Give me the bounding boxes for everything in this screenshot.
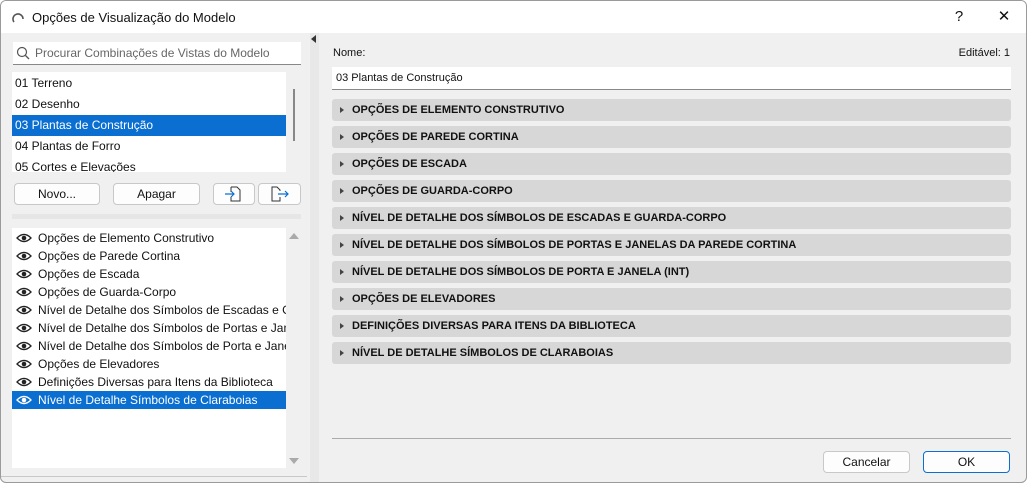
option-label: Opções de Escada bbox=[38, 267, 140, 281]
combination-item[interactable]: 02 Desenho bbox=[12, 94, 286, 115]
option-item[interactable]: Nível de Detalhe dos Símbolos de Escadas… bbox=[12, 301, 286, 319]
combination-scrollbar[interactable] bbox=[293, 89, 295, 141]
section-title: NÍVEL DE DETALHE DOS SÍMBOLOS DE PORTAS … bbox=[352, 239, 797, 251]
option-item[interactable]: Nível de Detalhe Símbolos de Claraboias bbox=[12, 391, 286, 409]
eye-icon[interactable] bbox=[16, 395, 32, 405]
scroll-down-arrow[interactable] bbox=[289, 458, 299, 464]
section-title: NÍVEL DE DETALHE DOS SÍMBOLOS DE ESCADAS… bbox=[352, 212, 727, 224]
close-button[interactable]: ✕ bbox=[986, 5, 1022, 29]
eye-icon[interactable] bbox=[16, 377, 32, 387]
expand-arrow-icon bbox=[340, 107, 344, 113]
section-header[interactable]: OPÇÕES DE PAREDE CORTINA bbox=[332, 126, 1011, 148]
section-header[interactable]: OPÇÕES DE GUARDA-CORPO bbox=[332, 180, 1011, 202]
option-label: Definições Diversas para Itens da Biblio… bbox=[38, 375, 273, 389]
section-header[interactable]: DEFINIÇÕES DIVERSAS PARA ITENS DA BIBLIO… bbox=[332, 315, 1011, 337]
option-label: Opções de Elevadores bbox=[38, 357, 160, 371]
section-header[interactable]: OPÇÕES DE ELEMENTO CONSTRUTIVO bbox=[332, 99, 1011, 121]
section-header[interactable]: OPÇÕES DE ESCADA bbox=[332, 153, 1011, 175]
section-title: OPÇÕES DE PAREDE CORTINA bbox=[352, 131, 519, 143]
section-title: DEFINIÇÕES DIVERSAS PARA ITENS DA BIBLIO… bbox=[352, 320, 636, 332]
combination-list: 01 Terreno 02 Desenho 03 Plantas de Constr… bbox=[12, 72, 286, 172]
section-header[interactable]: NÍVEL DE DETALHE DOS SÍMBOLOS DE PORTAS … bbox=[332, 234, 1011, 256]
section-header[interactable]: NÍVEL DE DETALHE DOS SÍMBOLOS DE PORTA E… bbox=[332, 261, 1011, 283]
eye-icon[interactable] bbox=[16, 359, 32, 369]
search-icon bbox=[16, 46, 30, 60]
option-item[interactable]: Definições Diversas para Itens da Biblio… bbox=[12, 373, 286, 391]
section-title: OPÇÕES DE ELEMENTO CONSTRUTIVO bbox=[352, 104, 565, 116]
section-title: OPÇÕES DE GUARDA-CORPO bbox=[352, 185, 513, 197]
expand-arrow-icon bbox=[340, 215, 344, 221]
eye-icon[interactable] bbox=[16, 233, 32, 243]
option-label: Opções de Parede Cortina bbox=[38, 249, 181, 263]
import-icon bbox=[225, 186, 241, 202]
editable-label: Editável: 1 bbox=[958, 47, 1010, 59]
splitter[interactable] bbox=[12, 214, 301, 219]
eye-icon[interactable] bbox=[16, 305, 32, 315]
option-item[interactable]: Opções de Elevadores bbox=[12, 355, 286, 373]
eye-icon[interactable] bbox=[16, 269, 32, 279]
combination-item[interactable]: 03 Plantas de Construção bbox=[12, 115, 286, 136]
title-bar: Opções de Visualização do Modelo ? ✕ bbox=[1, 1, 1026, 33]
cancel-button[interactable]: Cancelar bbox=[823, 451, 910, 473]
ok-button[interactable]: OK bbox=[923, 451, 1010, 473]
eye-icon[interactable] bbox=[16, 287, 32, 297]
option-label: Opções de Elemento Construtivo bbox=[38, 231, 215, 245]
option-label: Nível de Detalhe Símbolos de Claraboias bbox=[38, 393, 258, 407]
panel-divider[interactable] bbox=[310, 33, 319, 482]
new-button[interactable]: Novo... bbox=[14, 183, 100, 205]
option-item[interactable]: Nível de Detalhe dos Símbolos de Porta e… bbox=[12, 337, 286, 355]
section-title: NÍVEL DE DETALHE DOS SÍMBOLOS DE PORTA E… bbox=[352, 266, 690, 278]
combination-item[interactable]: 01 Terreno bbox=[12, 73, 286, 94]
expand-arrow-icon bbox=[340, 188, 344, 194]
delete-button[interactable]: Apagar bbox=[113, 183, 200, 205]
export-icon bbox=[271, 186, 289, 202]
expand-arrow-icon bbox=[340, 269, 344, 275]
footer-divider bbox=[332, 438, 1011, 439]
scroll-up-arrow[interactable] bbox=[289, 233, 299, 239]
expand-arrow-icon bbox=[340, 350, 344, 356]
option-label: Nível de Detalhe dos Símbolos de Escadas… bbox=[38, 303, 286, 317]
section-title: OPÇÕES DE ELEVADORES bbox=[352, 293, 496, 305]
collapse-arrow-icon[interactable] bbox=[311, 35, 316, 43]
app-icon bbox=[12, 13, 24, 23]
section-title: NÍVEL DE DETALHE SÍMBOLOS DE CLARABOIAS bbox=[352, 347, 614, 359]
options-list: Opções de Elemento Construtivo Opções de … bbox=[12, 228, 286, 468]
expand-arrow-icon bbox=[340, 323, 344, 329]
section-header[interactable]: OPÇÕES DE ELEVADORES bbox=[332, 288, 1011, 310]
section-title: OPÇÕES DE ESCADA bbox=[352, 158, 467, 170]
name-label: Nome: bbox=[333, 47, 366, 59]
eye-icon[interactable] bbox=[16, 251, 32, 261]
option-item[interactable]: Nível de Detalhe dos Símbolos de Portas … bbox=[12, 319, 286, 337]
import-button[interactable] bbox=[213, 183, 255, 205]
option-item[interactable]: Opções de Parede Cortina bbox=[12, 247, 286, 265]
section-header[interactable]: NÍVEL DE DETALHE DOS SÍMBOLOS DE ESCADAS… bbox=[332, 207, 1011, 229]
option-label: Opções de Guarda-Corpo bbox=[38, 285, 177, 299]
help-button[interactable]: ? bbox=[941, 5, 977, 29]
option-item[interactable]: Opções de Escada bbox=[12, 265, 286, 283]
option-label: Nível de Detalhe dos Símbolos de Porta e… bbox=[38, 339, 286, 353]
option-label: Nível de Detalhe dos Símbolos de Portas … bbox=[38, 321, 286, 335]
eye-icon[interactable] bbox=[16, 341, 32, 351]
dialog-window: Opções de Visualização do Modelo ? ✕ Pro… bbox=[0, 0, 1027, 483]
search-input[interactable]: Procurar Combinações de Vistas do Modelo bbox=[13, 42, 301, 65]
export-button[interactable] bbox=[258, 183, 301, 205]
expand-arrow-icon bbox=[340, 134, 344, 140]
combination-item[interactable]: 05 Cortes e Elevações bbox=[12, 157, 286, 172]
option-item[interactable]: Opções de Elemento Construtivo bbox=[12, 229, 286, 247]
expand-arrow-icon bbox=[340, 242, 344, 248]
combination-item[interactable]: 04 Plantas de Forro bbox=[12, 136, 286, 157]
eye-icon[interactable] bbox=[16, 323, 32, 333]
section-header[interactable]: NÍVEL DE DETALHE SÍMBOLOS DE CLARABOIAS bbox=[332, 342, 1011, 364]
option-item[interactable]: Opções de Guarda-Corpo bbox=[12, 283, 286, 301]
expand-arrow-icon bbox=[340, 296, 344, 302]
expand-arrow-icon bbox=[340, 161, 344, 167]
name-input[interactable]: 03 Plantas de Construção bbox=[332, 67, 1011, 90]
window-title: Opções de Visualização do Modelo bbox=[32, 10, 236, 25]
